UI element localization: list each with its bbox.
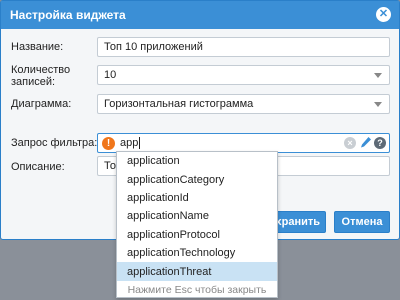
name-label: Название: xyxy=(11,41,64,53)
pencil-icon[interactable] xyxy=(360,136,372,150)
count-label-line2: записей: xyxy=(11,76,56,88)
save-button-label: хранить xyxy=(275,216,320,228)
autocomplete-hint: Нажмите Esc чтобы закрыть xyxy=(127,283,267,296)
clear-icon[interactable]: × xyxy=(344,137,356,149)
autocomplete-item[interactable]: application xyxy=(117,152,277,170)
chevron-down-icon xyxy=(374,102,382,107)
autocomplete-item[interactable]: applicationProtocol xyxy=(117,226,277,244)
filter-input[interactable]: ! app × ? xyxy=(97,133,390,153)
cancel-button-label: Отмена xyxy=(341,216,383,228)
count-select[interactable]: 10 xyxy=(97,65,390,85)
name-field[interactable]: Топ 10 приложений xyxy=(97,37,390,57)
autocomplete-item[interactable]: applicationId xyxy=(117,189,277,207)
description-label: Описание: xyxy=(11,161,65,173)
chart-value: Горизонтальная гистограмма xyxy=(104,98,254,110)
name-value: Топ 10 приложений xyxy=(104,41,203,53)
autocomplete-item[interactable]: applicationName xyxy=(117,207,277,225)
warning-icon: ! xyxy=(102,136,115,150)
chart-select[interactable]: Горизонтальная гистограмма xyxy=(97,94,390,114)
autocomplete-item[interactable]: applicationTechnology xyxy=(117,244,277,262)
count-label-line1: Количество xyxy=(11,64,71,76)
filter-value: app xyxy=(120,137,139,149)
count-value: 10 xyxy=(104,69,117,81)
chevron-down-icon xyxy=(374,73,382,78)
autocomplete-item[interactable]: applicationCategory xyxy=(117,170,277,188)
help-icon[interactable]: ? xyxy=(374,137,386,149)
dialog-header: Настройка виджета ✕ xyxy=(1,1,399,29)
close-icon[interactable]: ✕ xyxy=(376,7,391,22)
chart-label: Диаграмма: xyxy=(11,98,72,110)
dialog-title: Настройка виджета xyxy=(10,8,126,22)
count-label: Количество записей: xyxy=(11,64,70,88)
cancel-button[interactable]: Отмена xyxy=(334,211,390,233)
autocomplete-item-selected[interactable]: applicationThreat xyxy=(117,262,277,281)
filter-label: Запрос фильтра: xyxy=(11,137,98,149)
autocomplete-dropdown: application applicationCategory applicat… xyxy=(116,151,278,298)
text-cursor xyxy=(139,137,141,149)
